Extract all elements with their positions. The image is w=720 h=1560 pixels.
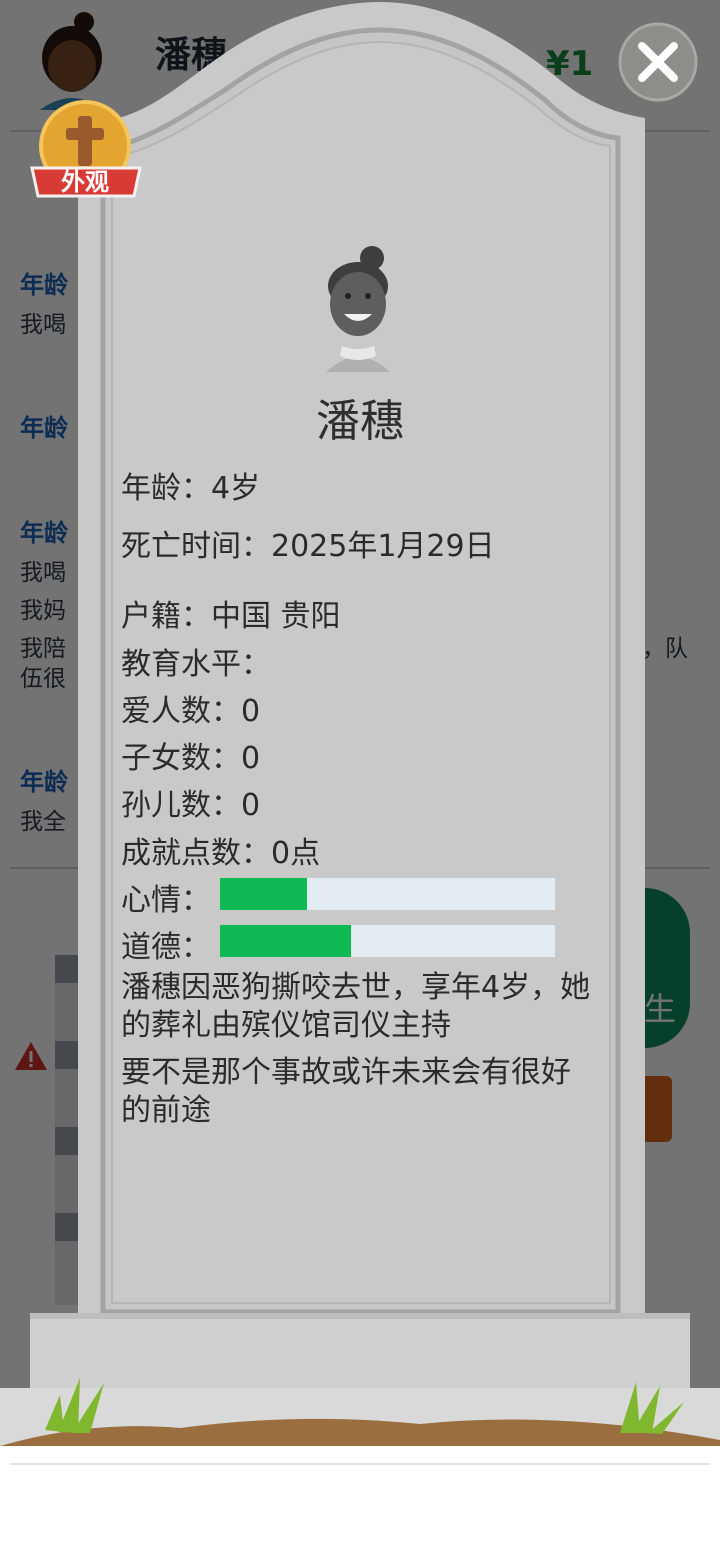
deceased-avatar-icon [326,246,390,372]
morality-label: 道德： [121,930,211,965]
death-description: 潘穗因恶狗撕咬去世，享年4岁，她的葬礼由殡仪馆司仪主持 [121,970,591,1043]
divider [10,1463,710,1465]
morality-bar [220,925,555,957]
lovers-field: 爱人数：0 [121,686,260,730]
hometown-label: 户籍： [121,599,211,634]
achievements-field: 成就点数：0点 [121,828,320,872]
morality-bar-fill [220,925,351,957]
close-icon[interactable] [618,22,698,102]
mood-bar [220,878,555,910]
grandchildren-label: 孙儿数： [121,788,241,823]
mood-bar-fill [220,878,308,910]
age-label: 年龄： [121,471,211,506]
children-label: 子女数： [121,741,241,776]
mood-label: 心情： [121,883,211,918]
epitaph-text: 要不是那个事故或许未来会有很好的前途 [121,1055,571,1128]
age-value: 4岁 [211,471,261,506]
children-field: 子女数：0 [121,733,260,777]
death-date-label: 死亡时间： [121,529,271,564]
grandchildren-field: 孙儿数：0 [121,780,260,824]
achievements-label: 成就点数： [121,836,271,871]
lovers-value: 0 [241,694,261,729]
children-value: 0 [241,741,261,776]
lovers-label: 爱人数： [121,694,241,729]
appearance-badge-label: 外观 [61,168,109,196]
hometown-field: 户籍：中国 贵阳 [121,591,341,635]
tombstone [0,2,720,1446]
deceased-name: 潘穗 [316,396,404,447]
achievements-value: 0点 [271,836,321,871]
grandchildren-value: 0 [241,788,261,823]
age-field: 年龄：4岁 [121,463,260,507]
death-date-field: 死亡时间：2025年1月29日 [121,521,495,565]
hometown-value: 中国 贵阳 [211,599,341,634]
death-date-value: 2025年1月29日 [271,529,495,564]
education-field: 教育水平： [121,639,271,683]
education-label: 教育水平： [121,647,271,682]
